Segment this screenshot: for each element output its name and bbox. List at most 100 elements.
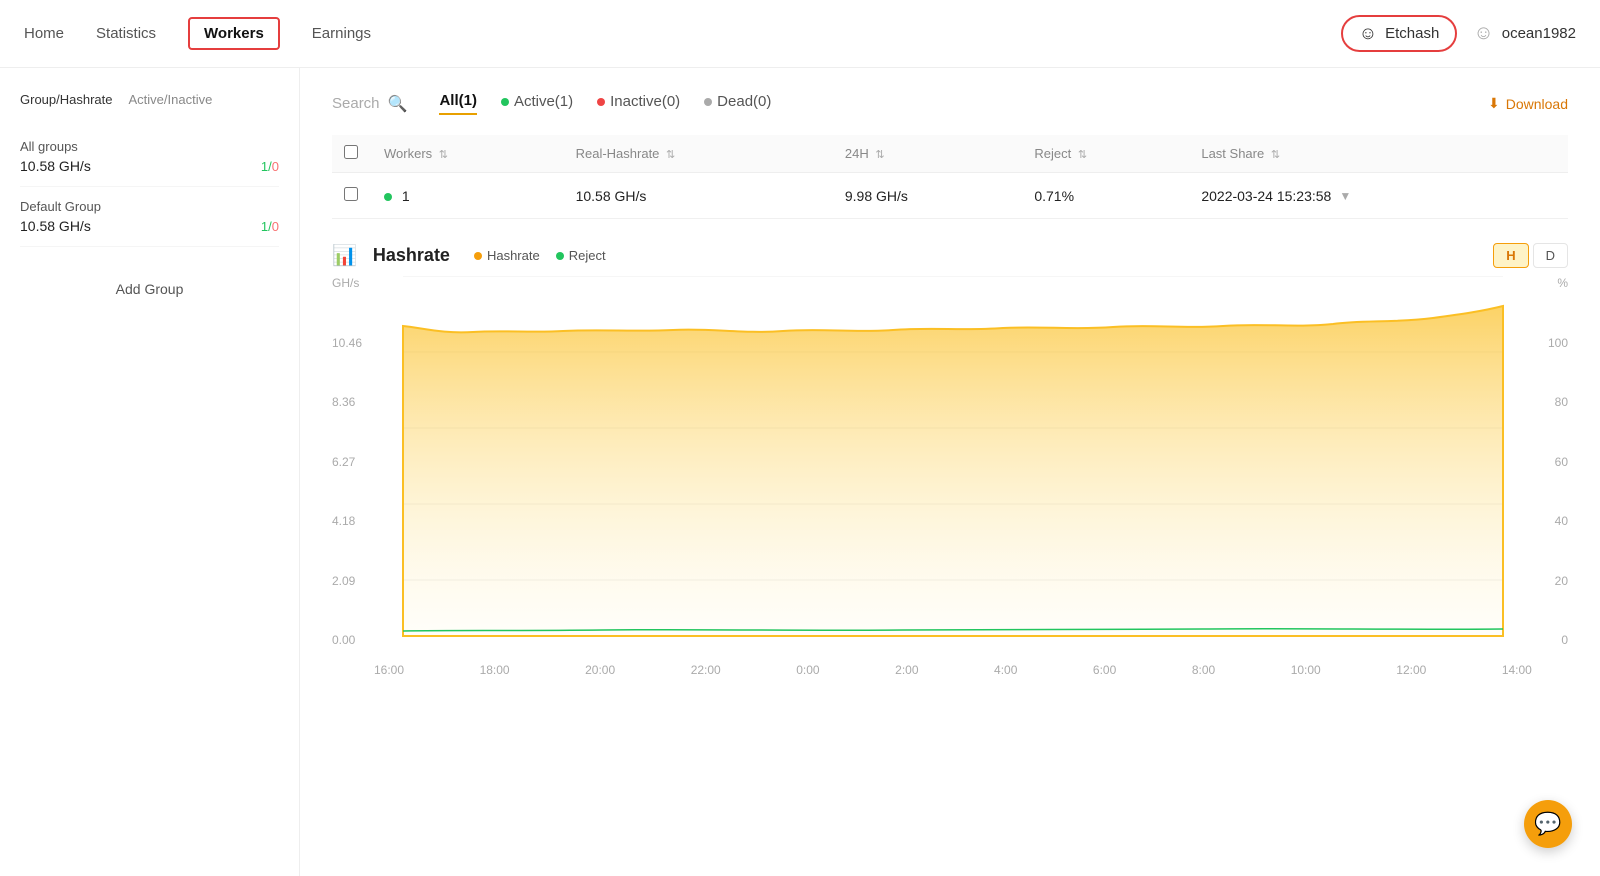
y-right-0: 0 [1540, 633, 1568, 647]
group-default-name: Default Group [20, 199, 279, 214]
legend-reject-label: Reject [569, 248, 606, 263]
add-group-button[interactable]: Add Group [20, 271, 279, 307]
nav-statistics[interactable]: Statistics [96, 21, 156, 46]
row-hashrate: 10.58 GH/s [564, 173, 833, 219]
y-right-80: 80 [1540, 395, 1568, 409]
y-right-60: 60 [1540, 455, 1568, 469]
chart-wrapper: GH/s 10.46 8.36 6.27 4.18 2.09 0.00 % 10… [332, 276, 1568, 677]
group-default-hashrate: 10.58 GH/s [20, 218, 91, 234]
chart-btn-d[interactable]: D [1533, 243, 1568, 268]
group-item-default[interactable]: Default Group 10.58 GH/s 1/0 [20, 187, 279, 247]
main-layout: Group/Hashrate Active/Inactive All group… [0, 68, 1600, 876]
download-icon: ⬇ [1488, 95, 1500, 112]
nav-earnings[interactable]: Earnings [312, 21, 371, 46]
user-label: ocean1982 [1502, 25, 1576, 42]
y-label-836: 8.36 [332, 395, 366, 409]
y-label-000: 0.00 [332, 633, 366, 647]
row-reject: 0.71% [1022, 173, 1189, 219]
x-label-2000: 20:00 [585, 663, 615, 677]
nav-workers[interactable]: Workers [188, 17, 280, 50]
chat-icon: 💬 [1534, 811, 1561, 837]
chart-legend: Hashrate Reject [474, 248, 606, 263]
search-icon: 🔍 [388, 94, 408, 114]
last-share-dropdown[interactable]: ▼ [1339, 189, 1351, 203]
col-24h: 24H ⇅ [833, 135, 1022, 173]
table-body: 1 10.58 GH/s 9.98 GH/s 0.71% 2022-03-24 … [332, 173, 1568, 219]
user-icon: ☺ [1473, 22, 1493, 45]
x-label-1000: 10:00 [1291, 663, 1321, 677]
x-label-1400: 14:00 [1502, 663, 1532, 677]
filter-tab-all[interactable]: All(1) [439, 92, 477, 115]
chart-y-right: % 100 80 60 40 20 0 [1532, 276, 1568, 647]
table-row: 1 10.58 GH/s 9.98 GH/s 0.71% 2022-03-24 … [332, 173, 1568, 219]
top-nav: Home Statistics Workers Earnings ☺ Etcha… [0, 0, 1600, 68]
workers-sort-icon[interactable]: ⇅ [439, 149, 448, 161]
filter-bar: Search 🔍 All(1) Active(1) Inactive(0) De… [332, 92, 1568, 115]
y-unit-left: GH/s [332, 276, 366, 290]
reject-sort-icon[interactable]: ⇅ [1078, 149, 1087, 161]
col-reject: Reject ⇅ [1022, 135, 1189, 173]
filter-tab-dead[interactable]: Dead(0) [704, 93, 771, 114]
chart-y-left: GH/s 10.46 8.36 6.27 4.18 2.09 0.00 [332, 276, 374, 647]
x-label-1600: 16:00 [374, 663, 404, 677]
x-label-1800: 18:00 [480, 663, 510, 677]
x-label-2200: 22:00 [691, 663, 721, 677]
filter-tabs: All(1) Active(1) Inactive(0) Dead(0) [439, 92, 771, 115]
sidebar-tab-active[interactable]: Active/Inactive [129, 92, 213, 107]
nav-right: ☺ Etchash ☺ ocean1982 [1341, 15, 1576, 52]
chart-section: 📊 Hashrate Hashrate Reject H D [332, 243, 1568, 677]
filter-tab-active[interactable]: Active(1) [501, 93, 573, 114]
chart-svg-container [374, 276, 1532, 659]
group-all-status: 1/0 [261, 159, 279, 174]
y-right-40: 40 [1540, 514, 1568, 528]
sidebar-tab-group[interactable]: Group/Hashrate [20, 92, 113, 107]
legend-hashrate-dot [474, 252, 482, 260]
sidebar-tabs: Group/Hashrate Active/Inactive [20, 92, 279, 107]
chart-btn-h[interactable]: H [1493, 243, 1528, 268]
chart-x-labels: 16:00 18:00 20:00 22:00 0:00 2:00 4:00 6… [374, 659, 1532, 677]
group-default-row: 10.58 GH/s 1/0 [20, 218, 279, 234]
x-label-1200: 12:00 [1396, 663, 1426, 677]
etchash-icon: ☺ [1359, 23, 1377, 44]
24h-sort-icon[interactable]: ⇅ [875, 149, 884, 161]
col-checkbox [332, 135, 372, 173]
group-all-name: All groups [20, 139, 279, 154]
legend-hashrate-label: Hashrate [487, 248, 540, 263]
row-select-checkbox[interactable] [344, 187, 358, 201]
hashrate-sort-icon[interactable]: ⇅ [666, 149, 675, 161]
chat-fab-button[interactable]: 💬 [1524, 800, 1572, 848]
legend-reject-dot [556, 252, 564, 260]
group-default-status: 1/0 [261, 219, 279, 234]
active-dot [501, 98, 509, 106]
chart-controls: H D [1493, 243, 1568, 268]
legend-reject: Reject [556, 248, 606, 263]
dead-dot [704, 98, 712, 106]
worker-status-dot [384, 193, 392, 201]
row-checkbox [332, 173, 372, 219]
download-button[interactable]: ⬇ Download [1488, 95, 1568, 112]
search-box[interactable]: Search 🔍 [332, 94, 407, 114]
group-all-row: 10.58 GH/s 1/0 [20, 158, 279, 174]
chart-svg [374, 276, 1532, 656]
select-all-checkbox[interactable] [344, 145, 358, 159]
x-label-200: 2:00 [895, 663, 918, 677]
filter-tab-inactive[interactable]: Inactive(0) [597, 93, 680, 114]
nav-left: Home Statistics Workers Earnings [24, 17, 371, 50]
row-last-share: 2022-03-24 15:23:58 ▼ [1189, 173, 1568, 219]
group-item-all[interactable]: All groups 10.58 GH/s 1/0 [20, 127, 279, 187]
x-label-000: 0:00 [796, 663, 819, 677]
nav-home[interactable]: Home [24, 21, 64, 46]
inactive-dot [597, 98, 605, 106]
y-label-627: 6.27 [332, 455, 366, 469]
y-right-20: 20 [1540, 574, 1568, 588]
user-button[interactable]: ☺ ocean1982 [1473, 22, 1576, 45]
y-unit-right: % [1540, 276, 1568, 290]
etchash-label: Etchash [1385, 25, 1439, 42]
col-last-share: Last Share ⇅ [1189, 135, 1568, 173]
row-24h: 9.98 GH/s [833, 173, 1022, 219]
chart-header: 📊 Hashrate Hashrate Reject H D [332, 243, 1568, 268]
etchash-button[interactable]: ☺ Etchash [1341, 15, 1458, 52]
workers-table: Workers ⇅ Real-Hashrate ⇅ 24H ⇅ Reject ⇅ [332, 135, 1568, 219]
chart-icon: 📊 [332, 243, 357, 268]
last-share-sort-icon[interactable]: ⇅ [1271, 149, 1280, 161]
